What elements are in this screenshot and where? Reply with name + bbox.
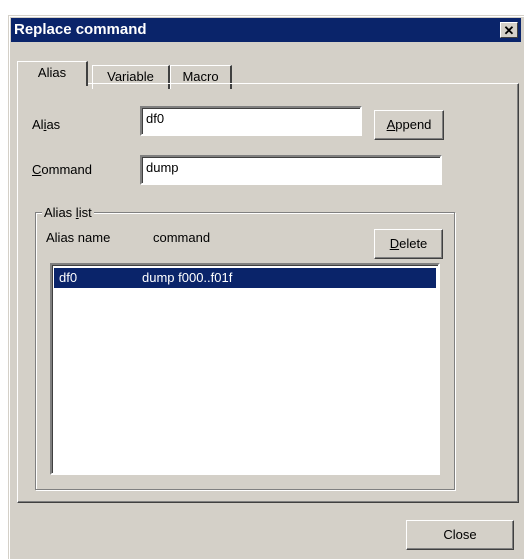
alias-label: Alias xyxy=(32,117,61,132)
dialog-title: Replace command xyxy=(14,21,147,38)
delete-button[interactable]: Delete xyxy=(374,229,443,259)
replace-command-dialog: Replace command ✕ Alias Variable Macro A… xyxy=(8,15,524,559)
column-header-command: command xyxy=(153,230,211,245)
alias-input[interactable]: df0 xyxy=(140,106,362,136)
command-label: Command xyxy=(32,162,92,177)
append-button[interactable]: Append xyxy=(374,110,444,140)
title-bar[interactable]: Replace command ✕ xyxy=(11,18,521,42)
tab-alias-label: Alias xyxy=(37,65,67,80)
tab-macro-label: Macro xyxy=(182,69,219,84)
command-input[interactable]: dump xyxy=(140,155,442,185)
command-input-value: dump xyxy=(146,160,179,175)
list-item[interactable]: df0 dump f000..f01f xyxy=(54,268,436,288)
tab-variable-label: Variable xyxy=(107,69,154,84)
alias-list-group-label: Alias list xyxy=(42,205,94,220)
close-button[interactable]: Close xyxy=(406,520,514,550)
alias-list[interactable]: df0 dump f000..f01f xyxy=(50,263,440,475)
close-icon[interactable]: ✕ xyxy=(500,22,518,38)
list-item-name: df0 xyxy=(59,270,78,285)
tab-alias[interactable]: Alias xyxy=(17,61,88,86)
list-item-command: dump f000..f01f xyxy=(142,270,233,285)
alias-input-value: df0 xyxy=(146,111,165,126)
column-header-alias-name: Alias name xyxy=(46,230,111,245)
